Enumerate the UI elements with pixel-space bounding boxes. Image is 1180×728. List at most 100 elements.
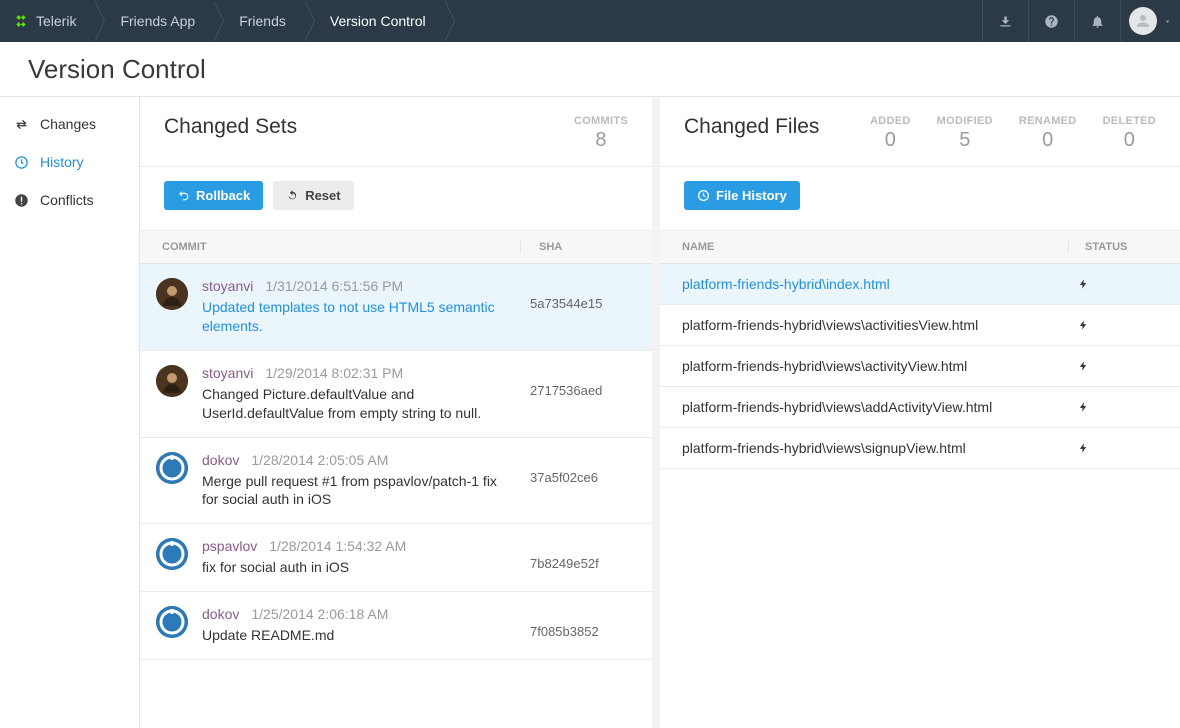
sidenav-item-changes[interactable]: Changes <box>0 105 139 143</box>
file-name: platform-friends-hybrid\index.html <box>682 276 1078 292</box>
file-history-button[interactable]: File History <box>684 181 800 210</box>
file-stat-value: 5 <box>937 129 993 152</box>
bell-icon <box>1090 14 1105 29</box>
commit-message: fix for social auth in iOS <box>202 558 516 577</box>
file-stat-label: ADDED <box>870 115 911 127</box>
file-stat: ADDED0 <box>870 115 911 152</box>
breadcrumb: Telerik Friends App Friends Version Cont… <box>0 0 982 42</box>
avatar <box>1129 7 1157 35</box>
commit-sha: 37a5f02ce6 <box>530 452 630 510</box>
commit-sha: 2717536aed <box>530 365 630 423</box>
commit-message: Changed Picture.defaultValue and UserId.… <box>202 385 516 423</box>
commit-sha: 7b8249e52f <box>530 538 630 577</box>
help-icon <box>1044 14 1059 29</box>
commits-stat: COMMITS 8 <box>574 115 628 152</box>
sidenav-label: Changes <box>40 116 96 132</box>
sidenav: Changes History Conflicts <box>0 97 140 728</box>
th-commit: COMMIT <box>162 241 520 253</box>
commit-row[interactable]: dokov 1/25/2014 2:06:18 AM Update README.m… <box>140 592 652 660</box>
breadcrumb-telerik[interactable]: Telerik <box>0 0 94 42</box>
help-button[interactable] <box>1028 0 1074 42</box>
notifications-button[interactable] <box>1074 0 1120 42</box>
commit-row[interactable]: pspavlov 1/28/2014 1:54:32 AM fix for soci… <box>140 524 652 592</box>
rollback-button[interactable]: Rollback <box>164 181 263 210</box>
breadcrumb-friends-app[interactable]: Friends App <box>94 0 213 42</box>
commit-date: 1/28/2014 1:54:32 AM <box>269 538 406 554</box>
topbar-actions <box>982 0 1180 42</box>
th-name: NAME <box>682 241 1068 253</box>
files-table-header: NAME STATUS <box>660 231 1180 264</box>
file-stat: RENAMED0 <box>1019 115 1077 152</box>
commit-author: dokov <box>202 452 239 468</box>
commits-stat-value: 8 <box>574 129 628 152</box>
breadcrumb-label: Friends <box>239 13 286 29</box>
file-name: platform-friends-hybrid\views\activityVi… <box>682 358 1078 374</box>
page-title: Version Control <box>28 54 206 85</box>
file-row[interactable]: platform-friends-hybrid\views\signupView… <box>660 428 1180 469</box>
breadcrumb-friends[interactable]: Friends <box>213 0 304 42</box>
file-status-modified <box>1078 400 1158 414</box>
commit-message: Merge pull request #1 from pspavlov/patc… <box>202 472 516 510</box>
commit-date: 1/29/2014 8:02:31 PM <box>265 365 403 381</box>
commit-body: dokov1/28/2014 2:05:05 AMMerge pull requ… <box>202 452 516 510</box>
commits-stat-label: COMMITS <box>574 115 628 127</box>
commit-author: pspavlov <box>202 538 257 554</box>
file-stat-label: DELETED <box>1103 115 1156 127</box>
file-row[interactable]: platform-friends-hybrid\index.html <box>660 264 1180 305</box>
file-stat-value: 0 <box>1019 129 1077 152</box>
bolt-icon <box>1078 441 1158 455</box>
file-stat-label: MODIFIED <box>937 115 993 127</box>
commit-message: Updated templates to not use HTML5 seman… <box>202 298 516 336</box>
file-row[interactable]: platform-friends-hybrid\views\addActivit… <box>660 387 1180 428</box>
sidenav-label: History <box>40 154 84 170</box>
commit-avatar <box>156 452 188 484</box>
changed-sets-panel: Changed Sets COMMITS 8 Rollback <box>140 97 660 728</box>
commit-date: 1/25/2014 2:06:18 AM <box>251 606 388 622</box>
user-menu[interactable] <box>1120 0 1180 42</box>
commit-sha: 7f085b3852 <box>530 606 630 645</box>
swap-icon <box>14 117 30 132</box>
sidenav-item-conflicts[interactable]: Conflicts <box>0 181 139 219</box>
changed-files-header: Changed Files ADDED0MODIFIED5RENAMED0DEL… <box>660 97 1180 167</box>
commit-author: stoyanvi <box>202 278 253 294</box>
bolt-icon <box>1078 400 1158 414</box>
caret-down-icon <box>1163 17 1172 26</box>
rollback-label: Rollback <box>196 188 250 203</box>
th-sha: SHA <box>520 241 630 253</box>
main-panels: Changed Sets COMMITS 8 Rollback <box>140 97 1180 728</box>
sidenav-item-history[interactable]: History <box>0 143 139 181</box>
files-list: platform-friends-hybrid\index.html platfo… <box>660 264 1180 728</box>
file-status-modified <box>1078 277 1158 291</box>
commit-row[interactable]: stoyanvi 1/31/2014 6:51:56 PM Updated temp… <box>140 264 652 351</box>
file-row[interactable]: platform-friends-hybrid\views\activityVi… <box>660 346 1180 387</box>
clock-icon <box>697 189 710 202</box>
commit-sha: 5a73544e15 <box>530 278 630 336</box>
file-stats: ADDED0 MODIFIED 5 RENAMED0 DELETED 0 <box>870 115 1156 152</box>
file-name: platform-friends-hybrid\views\activities… <box>682 317 1078 333</box>
alert-icon <box>14 193 30 208</box>
top-bar: Telerik Friends App Friends Version Cont… <box>0 0 1180 42</box>
file-status-modified <box>1078 441 1158 455</box>
file-name: platform-friends-hybrid\views\signupView… <box>682 440 1078 456</box>
commit-body: pspavlov 1/28/2014 1:54:32 AM fix for soci… <box>202 538 516 577</box>
sidenav-label: Conflicts <box>40 192 94 208</box>
bolt-icon <box>1078 318 1158 332</box>
commit-author: stoyanvi <box>202 365 253 381</box>
breadcrumb-label: Version Control <box>330 13 426 29</box>
commit-row[interactable]: dokov1/28/2014 2:05:05 AMMerge pull requ… <box>140 438 652 525</box>
telerik-logo-icon <box>14 14 28 28</box>
commits-table-header: COMMIT SHA <box>140 231 652 264</box>
commit-date: 1/31/2014 6:51:56 PM <box>265 278 403 294</box>
commit-author: dokov <box>202 606 239 622</box>
commit-body: stoyanvi 1/29/2014 8:02:31 PM Changed Pict… <box>202 365 516 423</box>
commit-row[interactable]: stoyanvi 1/29/2014 8:02:31 PM Changed Pict… <box>140 351 652 438</box>
download-button[interactable] <box>982 0 1028 42</box>
reset-button[interactable]: Reset <box>273 181 353 210</box>
changed-files-actions: File History <box>660 167 1180 231</box>
file-row[interactable]: platform-friends-hybrid\views\activities… <box>660 305 1180 346</box>
commit-message: Update README.md <box>202 626 516 645</box>
bolt-icon <box>1078 277 1158 291</box>
file-stat: MODIFIED 5 <box>937 115 993 152</box>
breadcrumb-version-control[interactable]: Version Control <box>304 0 444 42</box>
commits-list[interactable]: stoyanvi 1/31/2014 6:51:56 PM Updated temp… <box>140 264 652 728</box>
